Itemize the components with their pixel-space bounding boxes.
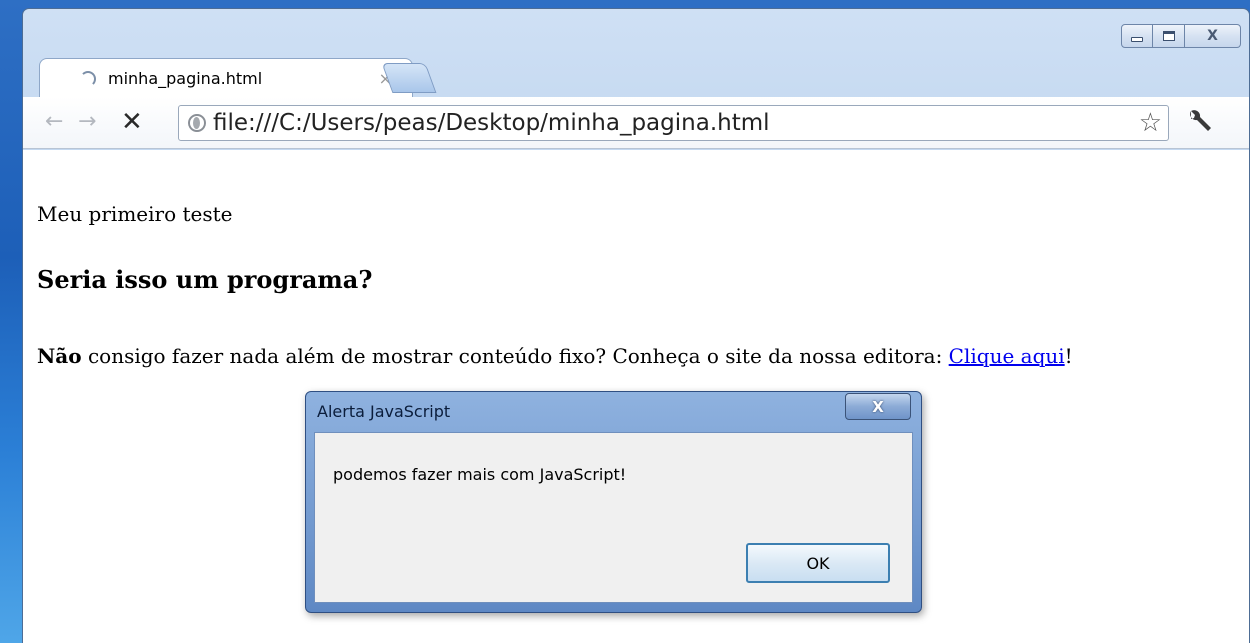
- close-icon: X: [1207, 28, 1218, 44]
- close-window-button[interactable]: X: [1185, 24, 1241, 48]
- minimize-icon: [1131, 36, 1143, 42]
- page-paragraph: Não consigo fazer nada além de mostrar c…: [37, 344, 1073, 368]
- ok-button[interactable]: OK: [746, 543, 890, 583]
- wrench-icon[interactable]: [1185, 107, 1213, 135]
- page-text-line: Meu primeiro teste: [37, 202, 233, 226]
- maximize-button[interactable]: [1153, 24, 1185, 48]
- close-icon: X: [872, 397, 884, 416]
- minimize-button[interactable]: [1121, 24, 1153, 48]
- address-bar[interactable]: file:///C:/Users/peas/Desktop/minha_pagi…: [178, 105, 1169, 141]
- paragraph-bold: Não: [37, 344, 82, 368]
- paragraph-end: !: [1064, 344, 1073, 368]
- page-heading: Seria isso um programa?: [37, 265, 373, 294]
- clique-aqui-link[interactable]: Clique aqui: [949, 344, 1065, 368]
- globe-icon: [188, 114, 206, 132]
- star-icon[interactable]: ☆: [1139, 108, 1162, 138]
- maximize-icon: [1162, 31, 1175, 41]
- window-controls: X: [1121, 24, 1241, 48]
- toolbar: ← → ✕ file:///C:/Users/peas/Desktop/minh…: [23, 97, 1249, 149]
- dialog-body: podemos fazer mais com JavaScript! OK: [314, 432, 913, 603]
- dialog-title: Alerta JavaScript: [317, 402, 451, 421]
- url-text: file:///C:/Users/peas/Desktop/minha_pagi…: [213, 110, 770, 136]
- tab-minha-pagina[interactable]: minha_pagina.html ×: [39, 58, 413, 98]
- paragraph-text: consigo fazer nada além de mostrar conte…: [81, 344, 949, 368]
- back-arrow-icon[interactable]: ←: [45, 109, 63, 134]
- tab-title: minha_pagina.html: [108, 69, 263, 88]
- forward-arrow-icon[interactable]: →: [78, 109, 96, 134]
- alert-dialog: Alerta JavaScript X podemos fazer mais c…: [305, 391, 922, 613]
- stop-icon[interactable]: ✕: [121, 107, 143, 137]
- dialog-close-button[interactable]: X: [845, 393, 911, 420]
- dialog-message: podemos fazer mais com JavaScript!: [333, 465, 627, 484]
- loading-spinner-icon: [80, 71, 96, 87]
